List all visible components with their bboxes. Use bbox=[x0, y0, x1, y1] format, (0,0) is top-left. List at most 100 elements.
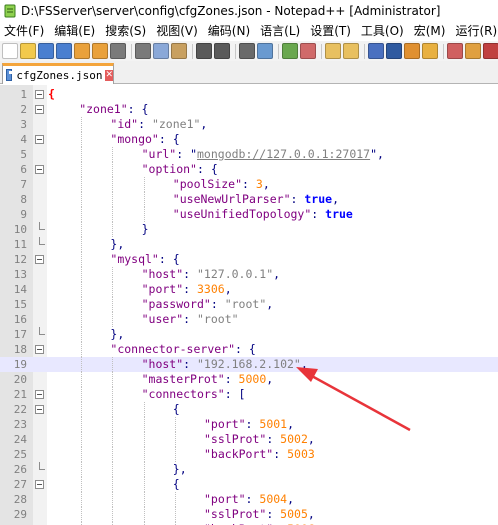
code-line[interactable]: 5 "url": "mongodb://127.0.0.1:27017", bbox=[0, 147, 498, 162]
close-icon[interactable] bbox=[74, 43, 90, 59]
code-token: "port" bbox=[204, 417, 246, 431]
line-number: 10 bbox=[13, 223, 27, 236]
code-line[interactable]: 20 "masterProt": 5000, bbox=[0, 372, 498, 387]
print-icon[interactable] bbox=[110, 43, 126, 59]
open-file-icon[interactable] bbox=[20, 43, 36, 59]
code-token: true bbox=[325, 207, 353, 221]
code-line[interactable]: 12 "mysql": { bbox=[0, 252, 498, 267]
paste-icon[interactable] bbox=[171, 43, 187, 59]
code-text: "option": { bbox=[142, 162, 218, 177]
code-token: : [ bbox=[224, 387, 246, 401]
indent-guide bbox=[81, 417, 83, 432]
menu-item-9[interactable]: 运行(R) bbox=[451, 21, 498, 41]
code-token: "masterProt" bbox=[141, 372, 225, 386]
code-line[interactable]: 4 "mongo": { bbox=[0, 132, 498, 147]
menu-item-3[interactable]: 视图(V) bbox=[152, 21, 204, 41]
fold-toggle-icon[interactable] bbox=[35, 135, 44, 144]
code-line[interactable]: 17}, bbox=[0, 327, 498, 342]
word-wrap-icon[interactable] bbox=[368, 43, 384, 59]
fold-toggle-icon[interactable] bbox=[35, 480, 44, 489]
doc-map-icon[interactable] bbox=[422, 43, 438, 59]
fold-toggle-icon[interactable] bbox=[35, 390, 44, 399]
indent-guide-icon[interactable] bbox=[404, 43, 420, 59]
copy-icon[interactable] bbox=[153, 43, 169, 59]
code-line[interactable]: 10} bbox=[0, 222, 498, 237]
zoom-in-icon[interactable] bbox=[282, 43, 298, 59]
code-token: 3306 bbox=[197, 282, 225, 296]
code-line[interactable]: 9 "useUnifiedTopology": true bbox=[0, 207, 498, 222]
code-line[interactable]: 25 "backPort": 5003 bbox=[0, 447, 498, 462]
new-file-icon[interactable] bbox=[2, 43, 18, 59]
menu-item-2[interactable]: 搜索(S) bbox=[101, 21, 152, 41]
find-icon[interactable] bbox=[239, 43, 255, 59]
code-lines[interactable]: 1{2 "zone1": {3 "id": "zone1", 4 "mongo": {5… bbox=[0, 87, 498, 525]
code-line[interactable]: 23 "port": 5001, bbox=[0, 417, 498, 432]
function-list-icon[interactable] bbox=[447, 43, 463, 59]
sync-horizontal-icon[interactable] bbox=[343, 43, 359, 59]
indent-guide bbox=[112, 372, 114, 387]
toolbar-separator bbox=[235, 43, 236, 59]
indent-guide bbox=[112, 447, 114, 462]
code-line[interactable]: 18 "connector-server": { bbox=[0, 342, 498, 357]
indent-guide bbox=[81, 177, 83, 192]
code-line[interactable]: 1{ bbox=[0, 87, 498, 102]
toolbar-separator bbox=[321, 43, 322, 59]
code-line[interactable]: 22 { bbox=[0, 402, 498, 417]
code-line[interactable]: 8 "useNewUrlParser": true, bbox=[0, 192, 498, 207]
indent-guide bbox=[81, 327, 83, 342]
code-line[interactable]: 27 { bbox=[0, 477, 498, 492]
code-line[interactable]: 15 "password": "root", bbox=[0, 297, 498, 312]
show-all-chars-icon[interactable] bbox=[386, 43, 402, 59]
code-line[interactable]: 21 "connectors": [ bbox=[0, 387, 498, 402]
fold-toggle-icon[interactable] bbox=[35, 105, 44, 114]
menu-item-5[interactable]: 语言(L) bbox=[256, 21, 306, 41]
code-line[interactable]: 14 "port": 3306, bbox=[0, 282, 498, 297]
code-line[interactable]: 19 "host": "192.168.2.102", bbox=[0, 357, 498, 372]
code-line[interactable]: 6 "option": { bbox=[0, 162, 498, 177]
menu-item-8[interactable]: 宏(M) bbox=[410, 21, 452, 41]
code-text: } bbox=[142, 222, 149, 237]
code-token: , bbox=[266, 372, 274, 386]
code-line[interactable]: 24 "sslProt": 5002, bbox=[0, 432, 498, 447]
save-icon[interactable] bbox=[38, 43, 54, 59]
fold-toggle-icon[interactable] bbox=[35, 255, 44, 264]
code-line[interactable]: 2 "zone1": { bbox=[0, 102, 498, 117]
indent-guide bbox=[81, 507, 83, 522]
code-token: 5004 bbox=[259, 492, 288, 506]
menu-item-1[interactable]: 编辑(E) bbox=[50, 21, 101, 41]
code-token: , bbox=[307, 432, 315, 446]
zoom-out-icon[interactable] bbox=[300, 43, 316, 59]
fold-toggle-icon[interactable] bbox=[35, 90, 44, 99]
macro-record-icon[interactable] bbox=[483, 43, 498, 59]
code-line[interactable]: 13 "host": "127.0.0.1", bbox=[0, 267, 498, 282]
code-line[interactable]: 11}, bbox=[0, 237, 498, 252]
menu-item-6[interactable]: 设置(T) bbox=[306, 21, 357, 41]
indent-guide bbox=[112, 432, 114, 447]
close-all-icon[interactable] bbox=[92, 43, 108, 59]
menu-item-0[interactable]: 文件(F) bbox=[0, 21, 50, 41]
code-token: "port" bbox=[204, 492, 246, 506]
save-all-icon[interactable] bbox=[56, 43, 72, 59]
code-line[interactable]: 16 "user": "root" bbox=[0, 312, 498, 327]
code-line[interactable]: 3 "id": "zone1", bbox=[0, 117, 498, 132]
menu-item-7[interactable]: 工具(O) bbox=[357, 21, 410, 41]
replace-icon[interactable] bbox=[257, 43, 273, 59]
folder-workspace-icon[interactable] bbox=[465, 43, 481, 59]
tab-cfgzones[interactable]: cfgZones.json ✕ bbox=[2, 63, 114, 84]
code-token: : { bbox=[158, 252, 180, 266]
redo-icon[interactable] bbox=[214, 43, 230, 59]
fold-toggle-icon[interactable] bbox=[35, 345, 44, 354]
code-line[interactable]: 26}, bbox=[0, 462, 498, 477]
fold-toggle-icon[interactable] bbox=[35, 165, 44, 174]
code-line[interactable]: 29 "sslProt": 5005, bbox=[0, 507, 498, 522]
tab-close-icon[interactable]: ✕ bbox=[105, 69, 113, 81]
undo-icon[interactable] bbox=[196, 43, 212, 59]
code-text: "host": "192.168.2.102", bbox=[142, 357, 308, 372]
code-line[interactable]: 7 "poolSize": 3, bbox=[0, 177, 498, 192]
sync-vertical-icon[interactable] bbox=[325, 43, 341, 59]
editor[interactable]: 1{2 "zone1": {3 "id": "zone1", 4 "mongo": {5… bbox=[0, 85, 498, 525]
menu-item-4[interactable]: 编码(N) bbox=[204, 21, 256, 41]
cut-icon[interactable] bbox=[135, 43, 151, 59]
fold-toggle-icon[interactable] bbox=[35, 405, 44, 414]
code-line[interactable]: 28 "port": 5004, bbox=[0, 492, 498, 507]
